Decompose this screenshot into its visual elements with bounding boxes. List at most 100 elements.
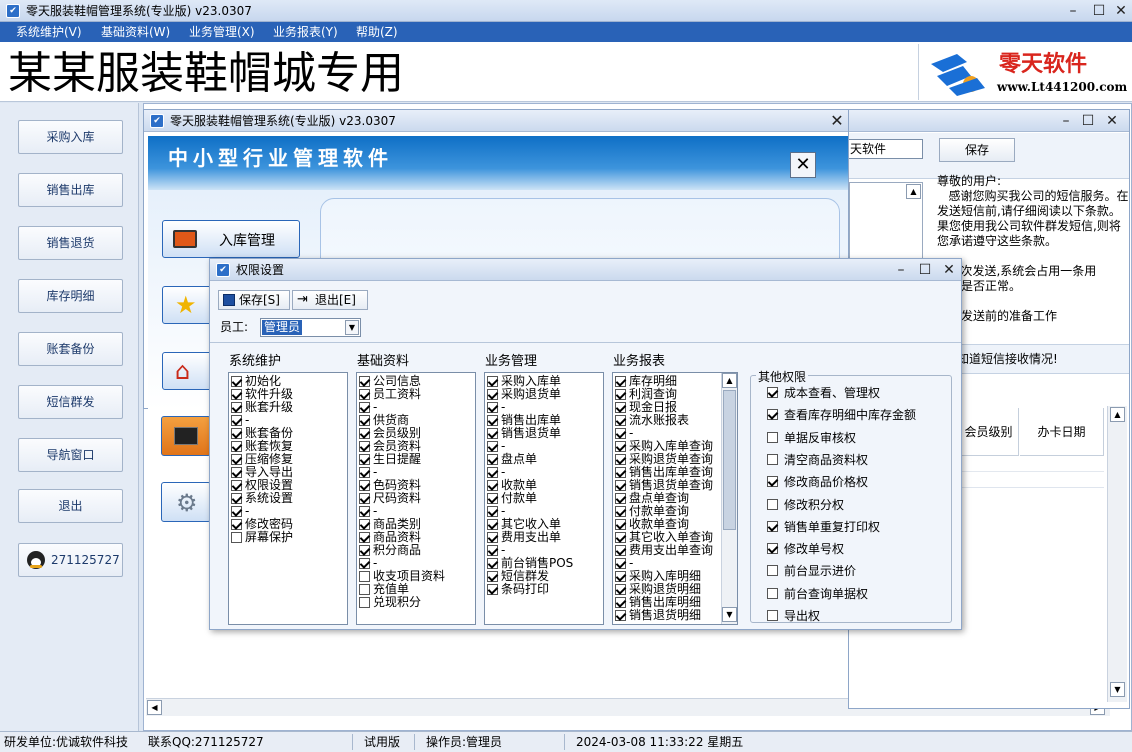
- permission-checkbox[interactable]: [487, 376, 498, 387]
- minimize-button[interactable]: –: [1062, 1, 1084, 21]
- permission-checkbox[interactable]: [231, 519, 242, 530]
- sms-table-scrollbar[interactable]: ▲ ▼: [1107, 406, 1127, 702]
- table-header-member-level[interactable]: 会员级别: [959, 408, 1019, 456]
- sidebar-backup-button[interactable]: 账套备份: [18, 332, 123, 366]
- permission-checkbox[interactable]: [359, 571, 370, 582]
- permission-checkbox[interactable]: [359, 493, 370, 504]
- other-permission-checkbox[interactable]: [767, 409, 778, 421]
- permission-checkbox[interactable]: [359, 558, 370, 569]
- permission-checkbox[interactable]: [487, 519, 498, 530]
- permission-checkbox[interactable]: [615, 545, 626, 556]
- business-permission-list[interactable]: 采购入库单 采购退货单 - 销售出库单 销售退货单 - 盘点单 - 收款单 付款单 - 其它收入单 费用…: [484, 372, 604, 625]
- close-button[interactable]: ✕: [1110, 1, 1132, 21]
- permission-checkbox[interactable]: [231, 402, 242, 413]
- permission-checkbox[interactable]: [615, 571, 626, 582]
- permission-checkbox[interactable]: [487, 506, 498, 517]
- permission-checkbox[interactable]: [231, 454, 242, 465]
- basic-permission-list[interactable]: 公司信息 员工资料 - 供货商 会员级别 会员资料 生日提醒 - 色码资料 尺码资料 - 商品类别 商品…: [356, 372, 476, 625]
- sidebar-purchase-in-button[interactable]: 采购入库: [18, 120, 123, 154]
- permission-checkbox[interactable]: [231, 506, 242, 517]
- permission-checkbox[interactable]: [615, 558, 626, 569]
- menu-reports[interactable]: 业务报表(Y): [273, 22, 338, 42]
- permission-checkbox[interactable]: [615, 415, 626, 426]
- sms-sign-input[interactable]: 天软件: [845, 139, 923, 159]
- menu-help[interactable]: 帮助(Z): [356, 22, 398, 42]
- sms-save-button[interactable]: 保存: [939, 138, 1015, 162]
- permission-checkbox[interactable]: [615, 584, 626, 595]
- permission-checkbox[interactable]: [487, 454, 498, 465]
- qq-button[interactable]: 271125727: [18, 543, 123, 577]
- permission-checkbox[interactable]: [487, 467, 498, 478]
- permission-checkbox[interactable]: [231, 376, 242, 387]
- permission-checkbox[interactable]: [487, 415, 498, 426]
- other-permission-checkbox[interactable]: [767, 431, 778, 443]
- sidebar-stock-detail-button[interactable]: 库存明细: [18, 279, 123, 313]
- menu-system[interactable]: 系统维护(V): [16, 22, 82, 42]
- permission-checkbox[interactable]: [615, 428, 626, 439]
- sms-maximize-button[interactable]: ☐: [1077, 111, 1099, 131]
- permission-checkbox[interactable]: [487, 441, 498, 452]
- permission-checkbox[interactable]: [615, 441, 626, 452]
- nav-terminal-button[interactable]: [161, 416, 211, 456]
- permission-checkbox[interactable]: [231, 428, 242, 439]
- permission-checkbox[interactable]: [231, 441, 242, 452]
- permission-checkbox[interactable]: [615, 480, 626, 491]
- permission-checkbox[interactable]: [615, 454, 626, 465]
- navigator-header-close-icon[interactable]: ✕: [790, 152, 816, 178]
- permission-checkbox[interactable]: [615, 610, 626, 621]
- permission-checkbox[interactable]: [359, 597, 370, 608]
- permission-exit-button[interactable]: ⇥ 退出[E]: [292, 290, 368, 310]
- permission-checkbox[interactable]: [615, 506, 626, 517]
- sidebar-sales-return-button[interactable]: 销售退货: [18, 226, 123, 260]
- sidebar-sales-out-button[interactable]: 销售出库: [18, 173, 123, 207]
- permission-close-button[interactable]: ✕: [938, 260, 960, 280]
- navigator-close-button[interactable]: ✕: [826, 111, 848, 131]
- permission-checkbox[interactable]: [359, 441, 370, 452]
- sidebar-sms-button[interactable]: 短信群发: [18, 385, 123, 419]
- permission-checkbox[interactable]: [359, 506, 370, 517]
- permission-checkbox[interactable]: [615, 519, 626, 530]
- permission-checkbox[interactable]: [231, 480, 242, 491]
- permission-save-button[interactable]: 保存[S]: [218, 290, 290, 310]
- other-permission-checkbox[interactable]: [767, 543, 778, 555]
- permission-checkbox[interactable]: [231, 415, 242, 426]
- permission-maximize-button[interactable]: ☐: [914, 260, 936, 280]
- permission-checkbox[interactable]: [615, 493, 626, 504]
- scroll-up-icon[interactable]: ▲: [1110, 407, 1125, 422]
- other-permission-checkbox[interactable]: [767, 387, 778, 398]
- other-permission-checkbox[interactable]: [767, 520, 778, 532]
- permission-checkbox[interactable]: [359, 532, 370, 543]
- chevron-down-icon[interactable]: ▼: [345, 320, 359, 335]
- other-permission-checkbox[interactable]: [767, 587, 778, 599]
- permission-checkbox[interactable]: [359, 402, 370, 413]
- permission-checkbox[interactable]: [487, 532, 498, 543]
- permission-checkbox[interactable]: [359, 519, 370, 530]
- sms-close-button[interactable]: ✕: [1101, 111, 1123, 131]
- system-permission-list[interactable]: 初始化 软件升级 账套升级 - 账套备份 账套恢复 压缩修复 导入导出 权限设置 系统设置 - 修改密…: [228, 372, 348, 625]
- permission-checkbox[interactable]: [615, 597, 626, 608]
- permission-checkbox[interactable]: [359, 376, 370, 387]
- permission-minimize-button[interactable]: –: [890, 260, 912, 280]
- permission-checkbox[interactable]: [487, 571, 498, 582]
- other-permission-checkbox[interactable]: [767, 453, 778, 465]
- report-permission-list[interactable]: ▲ ▼ 库存明细 利润查询 现金日报 流水账报表 - 采购入库单查询 采购退货单查询 销售出库…: [612, 372, 738, 625]
- permission-checkbox[interactable]: [359, 545, 370, 556]
- nav-settings-button[interactable]: ⚙: [161, 482, 211, 522]
- permission-checkbox[interactable]: [487, 480, 498, 491]
- table-header-card-date[interactable]: 办卡日期: [1020, 408, 1104, 456]
- permission-checkbox[interactable]: [487, 584, 498, 595]
- permission-checkbox[interactable]: [359, 454, 370, 465]
- permission-checkbox[interactable]: [615, 402, 626, 413]
- permission-checkbox[interactable]: [231, 467, 242, 478]
- permission-checkbox[interactable]: [487, 428, 498, 439]
- permission-checkbox[interactable]: [615, 389, 626, 400]
- permission-checkbox[interactable]: [231, 532, 242, 543]
- scroll-down-icon[interactable]: ▼: [722, 607, 737, 622]
- permission-checkbox[interactable]: [359, 480, 370, 491]
- scroll-left-icon[interactable]: ◀: [147, 700, 162, 715]
- permission-checkbox[interactable]: [487, 493, 498, 504]
- inbound-management-button[interactable]: 入库管理: [162, 220, 300, 258]
- employee-select[interactable]: 管理员 ▼: [260, 318, 361, 337]
- nav-star-button[interactable]: ★: [162, 286, 212, 324]
- other-permission-checkbox[interactable]: [767, 610, 778, 621]
